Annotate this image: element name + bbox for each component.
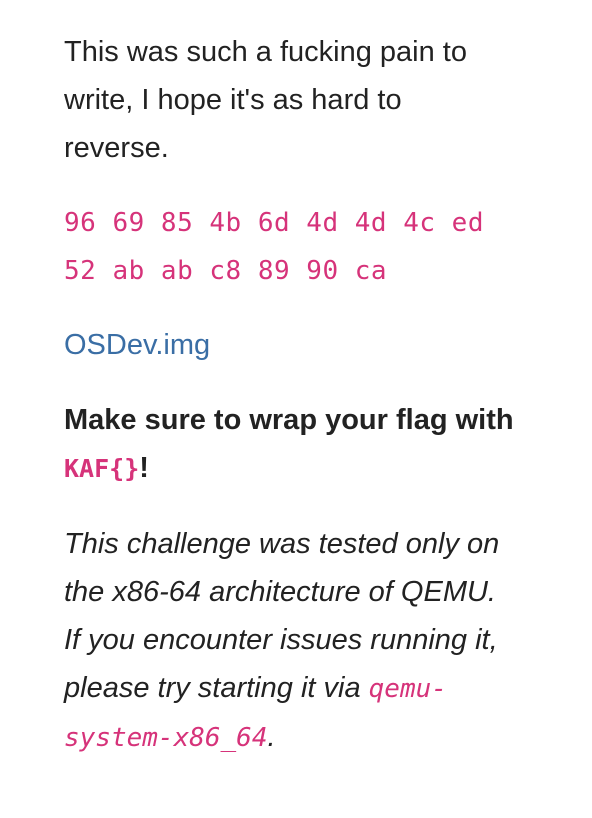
download-link[interactable]: OSDev.img <box>64 321 552 369</box>
challenge-description: This was such a fucking pain to write, I… <box>0 0 592 818</box>
flag-instruction: Make sure to wrap your flag with KAF{}! <box>64 396 552 493</box>
intro-paragraph: This was such a fucking pain to write, I… <box>64 28 552 172</box>
qemu-command-code: qemu- <box>368 674 447 704</box>
qemu-command-code: system-x86_64 <box>64 723 268 753</box>
instruction-suffix: ! <box>139 452 149 484</box>
intro-line: reverse. <box>64 132 169 164</box>
note-end: . <box>267 721 276 753</box>
flag-format-code: KAF{} <box>64 454 140 483</box>
hex-bytes: 96 69 85 4b 6d 4d 4d 4c ed 52 ab ab c8 8… <box>64 199 552 295</box>
hex-line: 96 69 85 4b 6d 4d 4d 4c ed <box>64 208 484 238</box>
intro-line: write, I hope it's as hard to <box>64 84 402 116</box>
intro-line: This was such a fucking pain to <box>64 36 467 68</box>
note-line: please try starting it via <box>64 672 369 704</box>
hex-line: 52 ab ab c8 89 90 ca <box>64 256 388 286</box>
note-line: If you encounter issues running it, <box>64 624 498 656</box>
instruction-text: Make sure to wrap your flag with <box>64 404 514 436</box>
qemu-note: This challenge was tested only on the x8… <box>64 520 552 762</box>
note-line: This challenge was tested only on <box>64 528 500 560</box>
note-line: the x86-64 architecture of QEMU. <box>64 576 496 608</box>
